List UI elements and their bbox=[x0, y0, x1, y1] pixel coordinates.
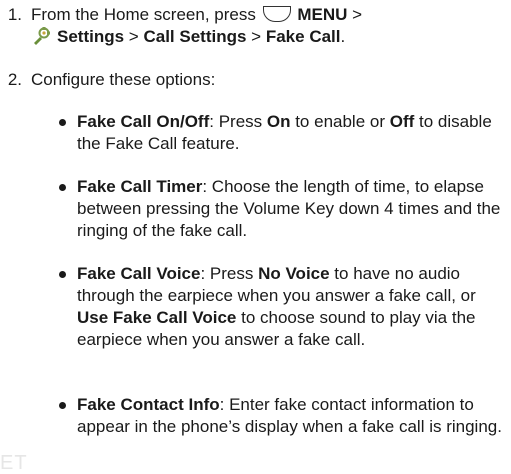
watermark: ET bbox=[0, 452, 28, 474]
option-term: Fake Call Voice bbox=[77, 264, 201, 283]
instruction-document: 1. From the Home screen, press MENU > Se… bbox=[0, 0, 511, 474]
path-separator: > bbox=[251, 27, 262, 46]
path-separator: > bbox=[352, 5, 363, 24]
option-text: Fake Call Timer: Choose the length of ti… bbox=[77, 176, 509, 242]
option-keyword: No Voice bbox=[258, 264, 330, 283]
step-1-lead: From the Home screen, press bbox=[31, 5, 256, 24]
path-separator: > bbox=[128, 27, 139, 46]
option-keyword: On bbox=[266, 112, 291, 131]
fake-call-label: Fake Call bbox=[265, 27, 341, 46]
bullet-icon bbox=[59, 271, 66, 278]
step-text: Configure these options: bbox=[31, 70, 216, 89]
step-number: 1. bbox=[7, 5, 22, 24]
option-text: Fake Contact Info: Enter fake contact in… bbox=[77, 394, 509, 438]
option-term: Fake Call On/Off bbox=[77, 112, 210, 131]
option-keyword: Use Fake Call Voice bbox=[77, 308, 237, 327]
option-keyword: Off bbox=[389, 112, 415, 131]
menu-label: MENU bbox=[297, 5, 348, 24]
option-text: Fake Call On/Off: Press On to enable or … bbox=[77, 111, 509, 155]
menu-key-icon bbox=[262, 6, 291, 22]
period: . bbox=[340, 27, 346, 46]
option-description: : Press bbox=[200, 264, 259, 283]
bullet-icon bbox=[59, 119, 66, 126]
step-text: From the Home screen, press MENU > Setti… bbox=[31, 4, 501, 48]
call-settings-label: Call Settings bbox=[143, 27, 247, 46]
option-description: : Press bbox=[209, 112, 267, 131]
option-term: Fake Contact Info bbox=[77, 395, 220, 414]
option-term: Fake Call Timer bbox=[77, 177, 203, 196]
settings-label: Settings bbox=[57, 27, 125, 46]
step-number: 2. bbox=[7, 70, 22, 89]
settings-icon bbox=[34, 27, 50, 45]
bullet-icon bbox=[59, 402, 66, 409]
bullet-icon bbox=[59, 184, 66, 191]
option-description: to enable or bbox=[290, 112, 390, 131]
option-text: Fake Call Voice: Press No Voice to have … bbox=[77, 263, 509, 351]
